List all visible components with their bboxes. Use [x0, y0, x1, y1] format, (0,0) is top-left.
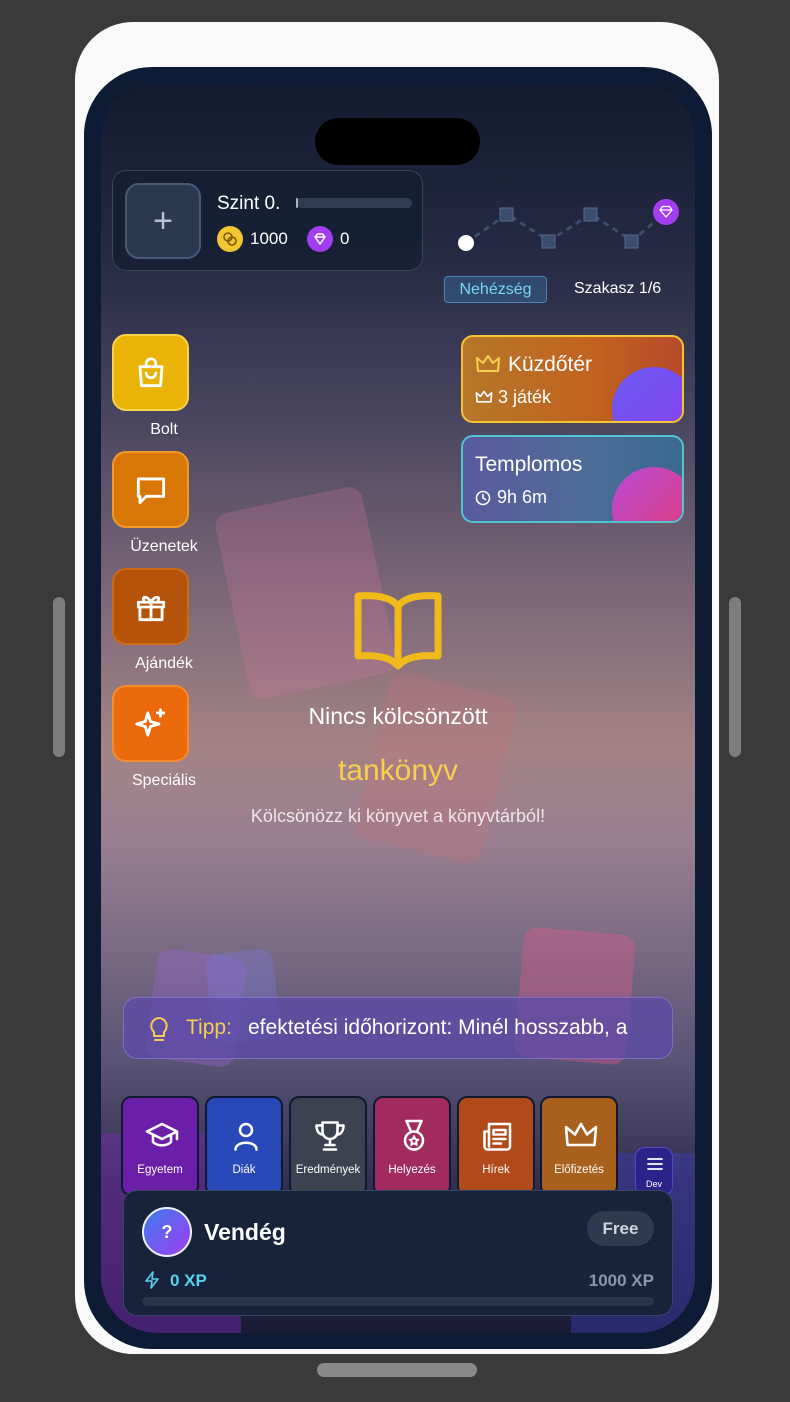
nav-ranking-button[interactable]: Helyezés — [373, 1096, 451, 1196]
coin-balance: 1000 — [250, 229, 288, 248]
empty-state-subtitle: tankönyv — [337, 754, 459, 787]
device-side-button-left — [53, 597, 65, 757]
user-name: Vendég — [204, 1219, 286, 1245]
stage-goal-gem-icon — [653, 199, 679, 225]
book-icon — [354, 592, 442, 670]
empty-state-hint: Kölcsönözz ki könyvet a könyvtárból! — [250, 806, 546, 826]
crown-icon — [476, 355, 500, 372]
empty-state-title: Nincs kölcsönzött — [308, 703, 488, 729]
tip-label: Tipp: — [186, 1016, 232, 1039]
stage-node — [583, 207, 598, 222]
coin-icon — [217, 226, 243, 252]
medal-icon — [403, 1119, 425, 1151]
add-avatar-button[interactable]: + — [125, 183, 201, 259]
nav-achievements-label: Eredmények — [295, 1164, 361, 1176]
templar-event-card[interactable]: Templomos 9h 6m — [461, 435, 684, 523]
nav-university-label: Egyetem — [137, 1164, 183, 1176]
messages-button[interactable]: Üzenetek — [112, 451, 198, 555]
shop-label: Bolt — [150, 421, 178, 438]
crown-small-icon — [475, 390, 493, 403]
xp-progress-bar — [142, 1297, 654, 1306]
level-progress-fill — [296, 198, 298, 208]
app-screen: + Szint 0. 1000 0 Nehézség Szakasz 1/6 B… — [101, 83, 695, 1333]
templar-title: Templomos — [475, 453, 583, 476]
nav-subscription-label: Előfizetés — [554, 1164, 604, 1176]
crown-icon — [564, 1122, 598, 1147]
device-home-bar — [317, 1363, 477, 1377]
clock-icon — [475, 490, 491, 506]
nav-ranking-label: Helyezés — [388, 1164, 436, 1176]
gem-icon — [307, 226, 333, 252]
stage-label: Szakasz 1/6 — [574, 280, 662, 297]
stage-node — [624, 234, 639, 249]
xp-current: 0 XP — [170, 1271, 207, 1290]
user-card: ? Vendég Free 0 XP 1000 XP — [123, 1190, 673, 1316]
tip-banner: Tipp: efektetési időhorizont: Minél hoss… — [123, 997, 673, 1059]
profile-card: + Szint 0. 1000 0 — [112, 170, 423, 271]
level-label: Szint 0. — [217, 193, 281, 214]
lightbulb-icon — [150, 1017, 168, 1041]
lightning-icon — [145, 1271, 159, 1289]
arena-title: Küzdőtér — [508, 353, 593, 376]
event-decoration — [612, 367, 682, 421]
templar-timer: 9h 6m — [497, 487, 548, 507]
user-avatar[interactable]: ? — [142, 1207, 192, 1257]
nav-subscription-button[interactable]: Előfizetés — [540, 1096, 618, 1196]
gift-label: Ajándék — [135, 655, 193, 672]
gift-button[interactable]: Ajándék — [112, 568, 193, 672]
device-side-button-right — [729, 597, 741, 757]
level-progress-bar — [296, 198, 412, 208]
xp-target: 1000 XP — [588, 1271, 654, 1290]
nav-university-button[interactable]: Egyetem — [121, 1096, 199, 1196]
stage-node — [541, 234, 556, 249]
shopping-bag-icon — [137, 356, 164, 387]
stage-path — [458, 199, 679, 251]
arena-games: 3 játék — [498, 387, 552, 407]
newspaper-icon — [483, 1122, 512, 1151]
trophy-icon — [315, 1121, 345, 1151]
nav-news-label: Hírek — [482, 1164, 510, 1176]
difficulty-button[interactable]: Nehézség — [444, 276, 547, 303]
stage-node — [499, 207, 514, 222]
message-icon — [136, 476, 165, 504]
menu-icon — [647, 1158, 663, 1170]
graduation-cap-icon — [145, 1122, 179, 1147]
stage-current-node — [458, 235, 474, 251]
messages-label: Üzenetek — [130, 538, 198, 555]
shop-button[interactable]: Bolt — [112, 334, 189, 438]
nav-news-button[interactable]: Hírek — [457, 1096, 535, 1196]
nav-achievements-button[interactable]: Eredmények — [289, 1096, 367, 1196]
event-decoration — [612, 467, 682, 521]
dev-label: Dev — [645, 1179, 662, 1189]
arena-event-card[interactable]: Küzdőtér 3 játék — [461, 335, 684, 423]
dynamic-island — [315, 118, 480, 165]
nav-student-button[interactable]: Diák — [205, 1096, 283, 1196]
user-icon — [234, 1122, 258, 1151]
nav-student-label: Diák — [232, 1164, 256, 1176]
plus-icon: + — [153, 201, 173, 240]
plan-badge[interactable]: Free — [587, 1211, 654, 1246]
gift-icon — [136, 595, 165, 621]
gem-balance: 0 — [340, 229, 350, 248]
dev-menu-button[interactable]: Dev — [635, 1147, 673, 1196]
tip-text: efektetési időhorizont: Minél hosszabb, … — [248, 1016, 628, 1039]
